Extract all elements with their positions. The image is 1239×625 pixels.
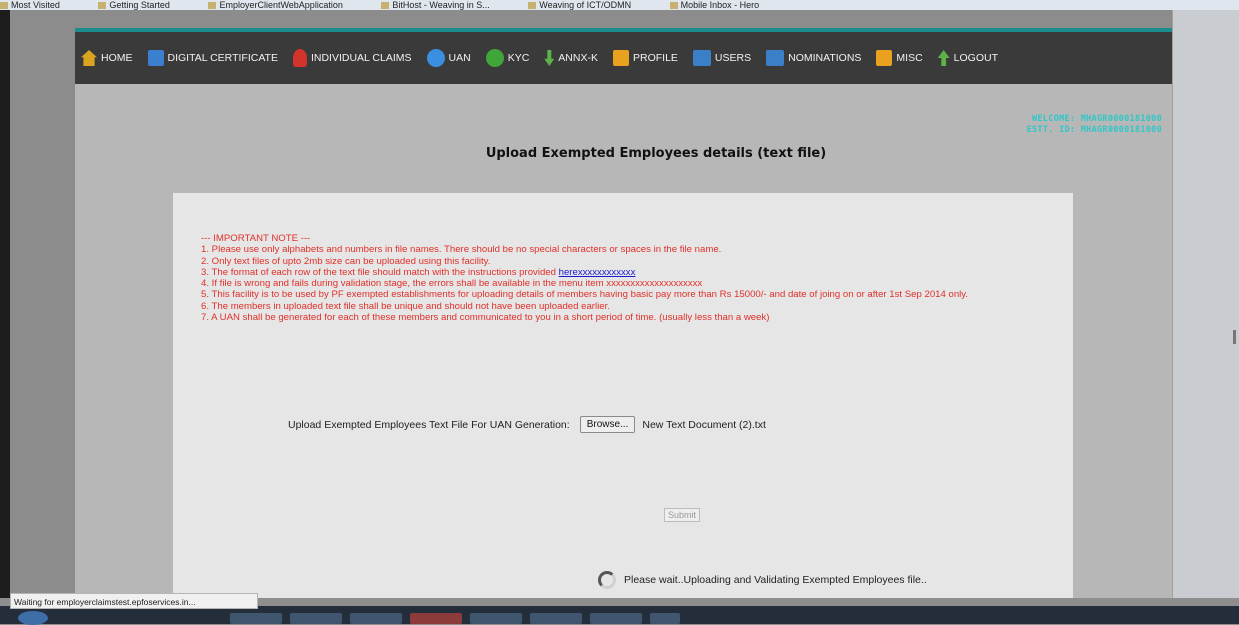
selected-file-name: New Text Document (2).txt — [642, 418, 766, 431]
bookmark-item[interactable]: Mobile Inbox - Hero — [669, 0, 778, 10]
note-item: 5. This facility is to be used by PF exe… — [201, 289, 969, 301]
taskbar-app[interactable] — [290, 613, 342, 624]
document-icon — [426, 49, 445, 67]
submit-button[interactable]: Submit — [664, 508, 701, 522]
file-upload-label: Upload Exempted Employees Text File For … — [288, 418, 570, 431]
note-item: 1. Please use only alphabets and numbers… — [201, 244, 722, 256]
bookmark-item[interactable]: Weaving of ICT/ODMN — [528, 0, 649, 10]
upload-progress: Please wait..Uploading and Validating Ex… — [598, 571, 927, 589]
taskbar-app[interactable] — [470, 613, 522, 624]
browser-viewport: HOME DIGITAL CERTIFICATE INDIVIDUAL CLAI… — [10, 10, 1172, 598]
bookmark-icon — [381, 2, 390, 10]
right-side-panel — [1172, 10, 1239, 598]
taskbar-app[interactable] — [530, 613, 582, 624]
note-item: 6. The members in uploaded text file sha… — [201, 300, 610, 312]
note-item: 7. A UAN shall be generated for each of … — [201, 312, 770, 324]
important-notes: --- IMPORTANT NOTE --- 1. Please use onl… — [201, 233, 1061, 323]
nav-nominations[interactable]: NOMINATIONS — [766, 50, 861, 66]
main-nav: HOME DIGITAL CERTIFICATE INDIVIDUAL CLAI… — [75, 32, 1172, 84]
taskbar-app[interactable] — [230, 613, 282, 624]
left-gutter — [0, 10, 10, 598]
bookmark-item[interactable]: EmployerClientWebApplication — [208, 0, 360, 10]
wait-message: Please wait..Uploading and Validating Ex… — [624, 574, 927, 586]
bookmark-item[interactable]: Most Visited — [0, 0, 78, 10]
bookmark-item[interactable]: BitHost - Weaving in S... — [381, 0, 507, 10]
scrollbar-marker[interactable] — [1233, 330, 1236, 344]
bookmark-icon — [98, 2, 107, 10]
nav-home[interactable]: HOME — [81, 50, 133, 66]
logout-icon — [937, 50, 950, 66]
nav-individual-claims[interactable]: INDIVIDUAL CLAIMS — [292, 49, 412, 67]
loading-spinner-icon — [598, 571, 616, 589]
notes-heading: --- IMPORTANT NOTE --- — [201, 233, 311, 244]
note-item: 2. Only text files of upto 2mb size can … — [201, 255, 491, 267]
upload-panel: --- IMPORTANT NOTE --- 1. Please use onl… — [173, 193, 1073, 598]
note-item: 3. The format of each row of the text fi… — [201, 266, 636, 278]
taskbar-app[interactable] — [650, 613, 680, 624]
profile-icon — [612, 50, 629, 66]
bookmark-item[interactable]: Getting Started — [98, 0, 188, 10]
bookmark-icon — [528, 2, 537, 10]
download-icon — [544, 50, 555, 66]
nav-misc[interactable]: MISC — [876, 50, 923, 66]
instructions-link[interactable]: herexxxxxxxxxxxx — [559, 267, 636, 278]
users-icon — [692, 50, 711, 66]
nav-digital-certificate[interactable]: DIGITAL CERTIFICATE — [147, 50, 278, 66]
establishment-id: ESTT. ID: MHAGR0000181000 — [1026, 125, 1162, 135]
nominations-icon — [766, 50, 785, 66]
nav-uan[interactable]: UAN — [426, 49, 471, 67]
taskbar-app[interactable] — [410, 613, 462, 624]
browser-status-bar: Waiting for employerclaimstest.epfoservi… — [10, 593, 258, 609]
page-title: Upload Exempted Employees details (text … — [485, 146, 827, 161]
misc-icon — [876, 50, 893, 66]
home-icon — [81, 50, 97, 66]
certificate-icon — [147, 50, 164, 66]
person-icon — [292, 49, 307, 67]
welcome-info: WELCOME: MHAGR0000181000 ESTT. ID: MHAGR… — [1027, 114, 1162, 136]
bookmarks-bar: Most Visited Getting Started EmployerCli… — [0, 0, 1239, 10]
welcome-user: WELCOME: MHAGR0000181000 — [1031, 114, 1162, 124]
nav-profile[interactable]: PROFILE — [612, 50, 678, 66]
bookmark-icon — [208, 2, 217, 10]
nav-users[interactable]: USERS — [692, 50, 751, 66]
file-upload-row: Upload Exempted Employees Text File For … — [288, 416, 766, 433]
note-item: 4. If file is wrong and fails during val… — [201, 278, 703, 290]
start-button[interactable] — [18, 611, 48, 625]
nav-logout[interactable]: LOGOUT — [937, 50, 998, 66]
bookmark-icon — [0, 2, 8, 10]
taskbar-app[interactable] — [590, 613, 642, 624]
user-icon — [485, 49, 504, 67]
nav-kyc[interactable]: KYC — [485, 49, 529, 67]
taskbar-app[interactable] — [350, 613, 402, 624]
site-container: HOME DIGITAL CERTIFICATE INDIVIDUAL CLAI… — [75, 28, 1172, 598]
bookmark-icon — [669, 2, 678, 10]
browse-button[interactable]: Browse... — [579, 416, 636, 433]
nav-annx-k[interactable]: ANNX-K — [544, 50, 598, 66]
